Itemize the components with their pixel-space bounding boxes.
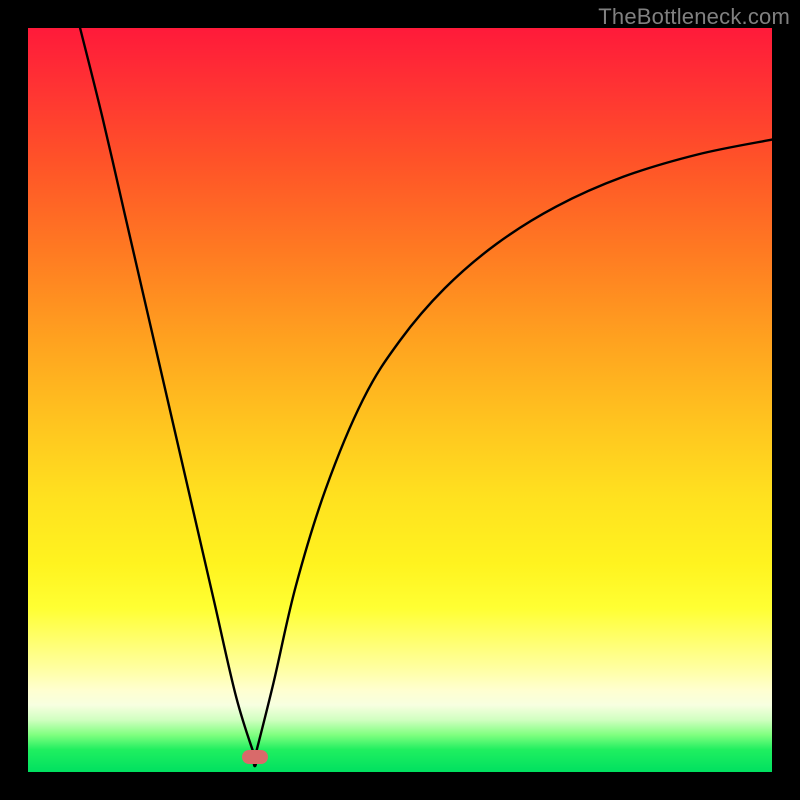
watermark-text: TheBottleneck.com — [598, 4, 790, 30]
chart-frame: TheBottleneck.com — [0, 0, 800, 800]
plot-area — [28, 28, 772, 772]
optimum-marker-icon — [242, 750, 268, 764]
bottleneck-curve — [28, 28, 772, 772]
